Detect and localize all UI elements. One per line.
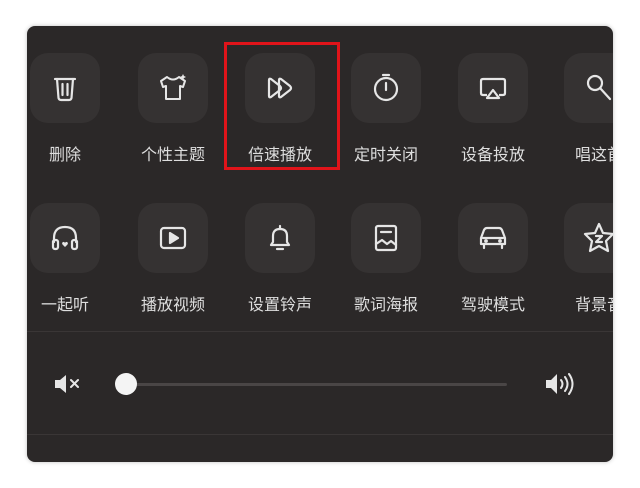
volume-mute-icon[interactable]: [53, 372, 85, 396]
ringtone-option[interactable]: 设置铃声: [230, 198, 330, 328]
sing-this-option[interactable]: 唱这首: [549, 48, 613, 178]
cast-icon: [458, 53, 528, 123]
timer-icon: [351, 53, 421, 123]
star-music-icon: [564, 203, 613, 273]
theme-option[interactable]: 个性主题: [123, 48, 223, 178]
device-cast-option[interactable]: 设备投放: [443, 48, 543, 178]
listen-together-option[interactable]: 一起听: [27, 198, 115, 328]
volume-slider-track[interactable]: [127, 383, 507, 386]
tshirt-icon: [138, 53, 208, 123]
options-row-2: 一起听 播放视频 设置铃声 歌词海报 驾驶模式 背景: [27, 198, 613, 338]
fast-forward-icon: [245, 53, 315, 123]
play-video-option[interactable]: 播放视频: [123, 198, 223, 328]
microphone-icon: [564, 53, 613, 123]
bell-icon: [245, 203, 315, 273]
background-sound-option[interactable]: 背景音: [549, 198, 613, 328]
playback-speed-option[interactable]: 倍速播放: [230, 48, 330, 178]
divider-bottom: [27, 434, 613, 435]
volume-slider-thumb[interactable]: [115, 373, 137, 395]
more-options-panel: 删除 个性主题 倍速播放 定时关闭 设备投放 唱这 一起听 播放视频 设置铃声 …: [27, 26, 613, 462]
volume-up-icon[interactable]: [543, 369, 579, 399]
sing-this-label: 唱这首: [574, 145, 613, 164]
background-sound-label: 背景音: [574, 295, 613, 314]
video-play-icon: [138, 203, 208, 273]
options-row-1: 删除 个性主题 倍速播放 定时关闭 设备投放 唱这: [27, 48, 613, 188]
divider-top: [27, 331, 613, 332]
delete-option[interactable]: 删除: [27, 48, 115, 178]
trash-icon: [30, 53, 100, 123]
sleep-timer-option[interactable]: 定时关闭: [336, 48, 436, 178]
lyrics-poster-option[interactable]: 歌词海报: [336, 198, 436, 328]
headphones-icon: [30, 203, 100, 273]
lyrics-poster-icon: [351, 203, 421, 273]
car-icon: [458, 203, 528, 273]
driving-mode-option[interactable]: 驾驶模式: [443, 198, 543, 328]
